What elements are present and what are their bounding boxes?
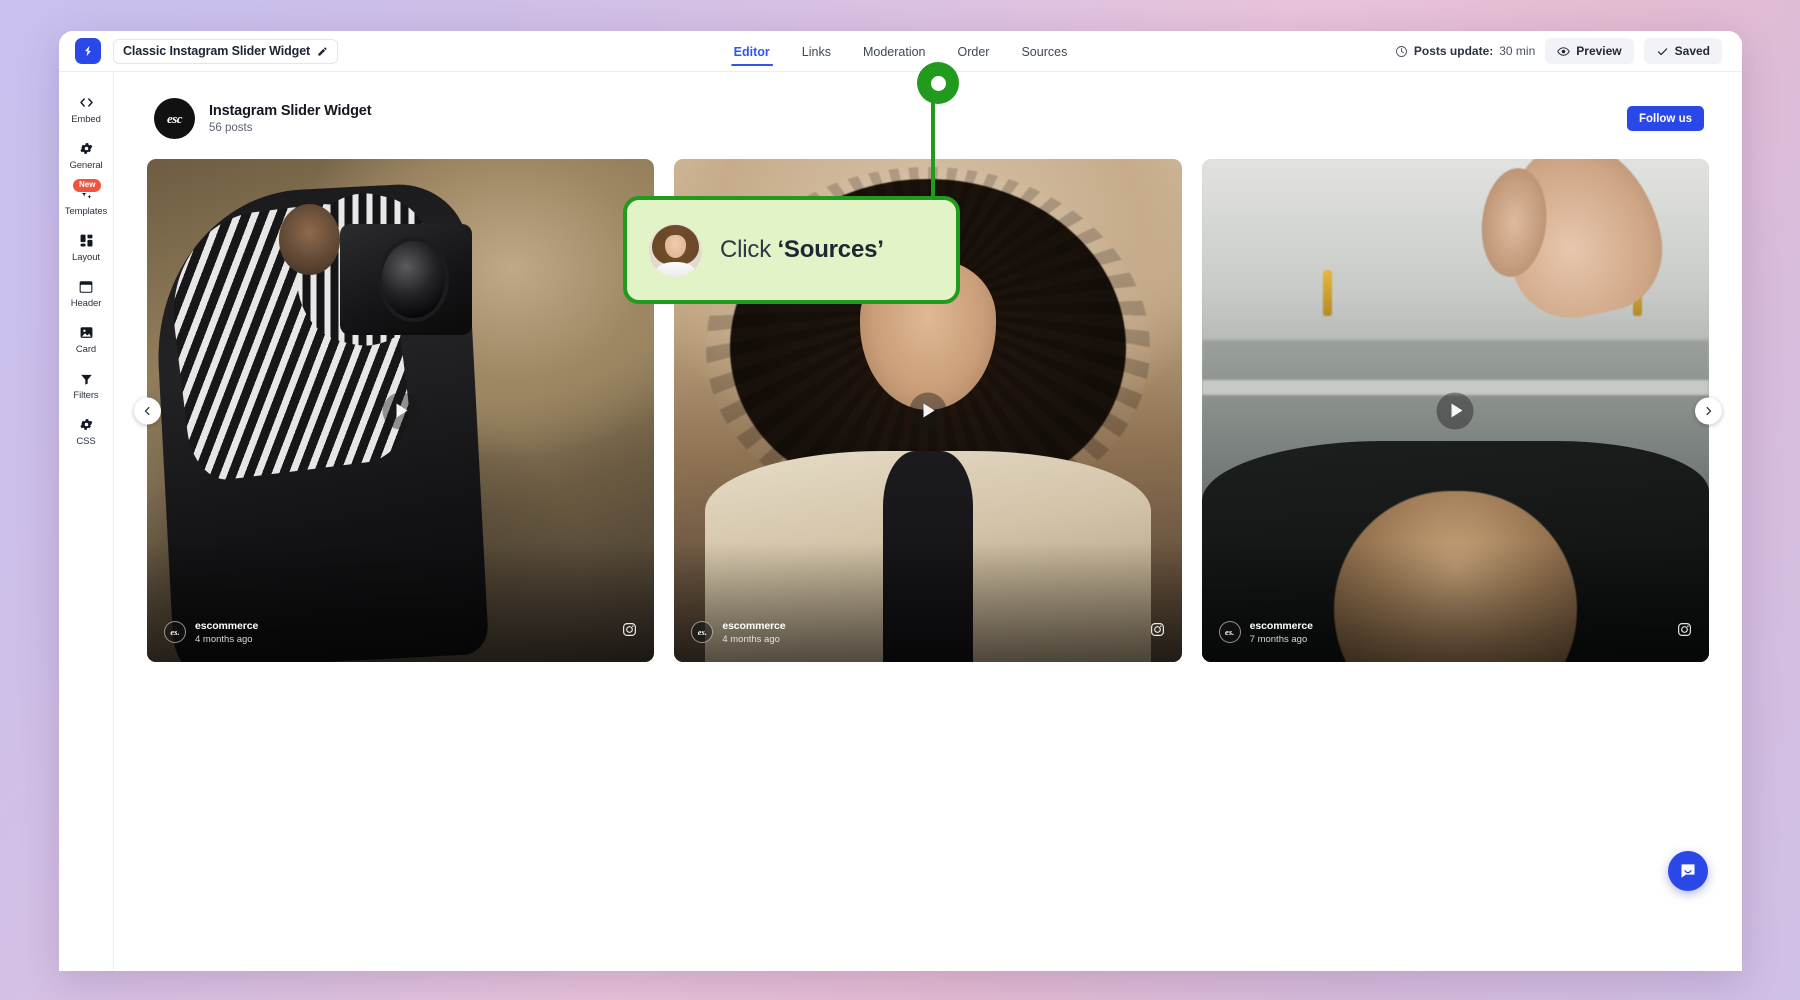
widget-title-text: Classic Instagram Slider Widget xyxy=(123,44,311,58)
sidebar-item-general-label: General xyxy=(69,160,103,171)
tab-links[interactable]: Links xyxy=(802,31,831,72)
instagram-icon[interactable] xyxy=(1677,622,1692,642)
post-footer: es. escommerce 4 months ago xyxy=(674,610,1181,662)
tab-moderation[interactable]: Moderation xyxy=(863,31,926,72)
sidebar-item-layout-label: Layout xyxy=(72,252,100,263)
sidebar-item-card-label: Card xyxy=(75,344,97,355)
chat-launcher-button[interactable] xyxy=(1668,851,1708,891)
top-bar: Classic Instagram Slider Widget Editor L… xyxy=(59,31,1742,72)
post-author-info: escommerce 4 months ago xyxy=(722,620,785,645)
left-sidebar: Embed General New Templates Layout Heade… xyxy=(59,72,114,971)
play-button[interactable] xyxy=(1436,392,1474,429)
sidebar-item-templates[interactable]: New Templates xyxy=(59,178,114,225)
preview-button[interactable]: Preview xyxy=(1545,38,1634,64)
post-card[interactable]: es. escommerce 7 months ago xyxy=(1201,159,1709,662)
widget-header-title: Instagram Slider Widget xyxy=(209,103,372,119)
assistant-avatar xyxy=(649,223,702,277)
layout-icon xyxy=(79,233,94,248)
posts-update-label: Posts update: xyxy=(1413,44,1494,58)
sidebar-item-general[interactable]: General xyxy=(59,134,114,179)
tab-sources[interactable]: Sources xyxy=(1021,31,1067,72)
post-author-info: escommerce 4 months ago xyxy=(195,620,258,645)
post-username: escommerce xyxy=(195,619,259,632)
widget-posts-count: 56 posts xyxy=(209,122,253,134)
post-author-avatar: es. xyxy=(1218,621,1241,643)
post-card[interactable]: es. escommerce 4 months ago xyxy=(147,159,655,662)
play-icon xyxy=(923,403,935,418)
chat-bubble-icon xyxy=(1681,864,1695,878)
gear-icon xyxy=(79,417,94,432)
sidebar-item-layout[interactable]: Layout xyxy=(59,226,114,271)
saved-button-label: Saved xyxy=(1674,44,1710,58)
play-button[interactable] xyxy=(909,392,947,429)
coachmark-text-emphasis: ‘Sources’ xyxy=(777,236,884,263)
gear-icon xyxy=(79,141,94,156)
sidebar-item-header[interactable]: Header xyxy=(59,272,114,317)
coachmark-text-prefix: Click xyxy=(720,236,778,263)
post-author-avatar: es. xyxy=(164,621,186,643)
tab-order-label: Order xyxy=(957,44,990,59)
sidebar-item-templates-label: Templates xyxy=(64,206,108,217)
widget-avatar: esc xyxy=(154,98,195,139)
sidebar-item-css-label: CSS xyxy=(76,436,96,447)
sidebar-item-header-label: Header xyxy=(70,298,102,309)
check-icon xyxy=(1657,47,1667,55)
coachmark-text: Click ‘Sources’ xyxy=(720,236,884,264)
posts-update-value: 30 min xyxy=(1499,44,1536,58)
code-icon xyxy=(78,95,95,110)
instagram-icon[interactable] xyxy=(1150,622,1165,642)
slider-next-button[interactable] xyxy=(1695,397,1722,424)
header-icon xyxy=(78,279,94,294)
sidebar-item-filters-label: Filters xyxy=(73,390,99,401)
clock-icon xyxy=(1395,45,1407,57)
tab-order[interactable]: Order xyxy=(958,31,990,72)
tab-links-label: Links xyxy=(801,44,831,59)
tab-moderation-label: Moderation xyxy=(862,44,926,59)
filter-icon xyxy=(79,371,94,386)
coachmark-bubble[interactable]: Click ‘Sources’ xyxy=(623,196,960,304)
post-timestamp: 4 months ago xyxy=(195,633,253,645)
saved-button[interactable]: Saved xyxy=(1643,38,1722,64)
templates-new-badge: New xyxy=(71,178,103,193)
sidebar-item-card[interactable]: Card xyxy=(59,318,114,363)
main-tabs: Editor Links Moderation Order Sources xyxy=(730,31,1067,72)
post-timestamp: 4 months ago xyxy=(722,633,780,645)
sidebar-item-embed[interactable]: Embed xyxy=(59,88,114,133)
elfsight-logo-icon[interactable] xyxy=(75,38,101,64)
image-icon xyxy=(79,325,94,340)
logo-glyph xyxy=(85,45,91,57)
sidebar-item-filters[interactable]: Filters xyxy=(59,364,114,409)
post-author-info: escommerce 7 months ago xyxy=(1250,620,1313,645)
preview-button-label: Preview xyxy=(1576,44,1622,58)
post-timestamp: 7 months ago xyxy=(1249,633,1308,645)
posts-update-status: Posts update: 30 min xyxy=(1395,44,1535,58)
widget-title-chip[interactable]: Classic Instagram Slider Widget xyxy=(113,38,339,64)
instagram-icon[interactable] xyxy=(622,622,637,642)
post-footer: es. escommerce 4 months ago xyxy=(147,610,654,662)
post-username: escommerce xyxy=(1249,619,1313,632)
widget-header: esc Instagram Slider Widget 56 posts Fol… xyxy=(114,98,1742,139)
chevron-right-icon xyxy=(1706,406,1712,415)
app-window: Classic Instagram Slider Widget Editor L… xyxy=(59,31,1742,971)
coachmark-target-dot[interactable] xyxy=(917,62,959,104)
widget-header-text: Instagram Slider Widget 56 posts xyxy=(209,103,372,134)
tab-editor[interactable]: Editor xyxy=(730,31,773,72)
play-button[interactable] xyxy=(382,392,420,429)
post-footer: es. escommerce 7 months ago xyxy=(1202,610,1709,662)
chevron-left-icon xyxy=(144,406,150,415)
post-author-avatar: es. xyxy=(691,621,714,643)
post-username: escommerce xyxy=(722,619,786,632)
pencil-icon[interactable] xyxy=(317,46,328,57)
eye-icon xyxy=(1557,46,1570,56)
sidebar-item-embed-label: Embed xyxy=(71,114,101,125)
follow-us-button[interactable]: Follow us xyxy=(1626,106,1704,131)
play-icon xyxy=(396,403,408,418)
sidebar-item-css[interactable]: CSS xyxy=(59,410,114,455)
slider-prev-button[interactable] xyxy=(134,397,161,424)
coachmark-connector-line xyxy=(931,96,935,206)
tab-sources-label: Sources xyxy=(1021,44,1068,59)
tab-editor-label: Editor xyxy=(733,44,770,59)
topbar-right-group: Posts update: 30 min Preview Saved xyxy=(1395,38,1728,64)
play-icon xyxy=(1451,403,1463,418)
